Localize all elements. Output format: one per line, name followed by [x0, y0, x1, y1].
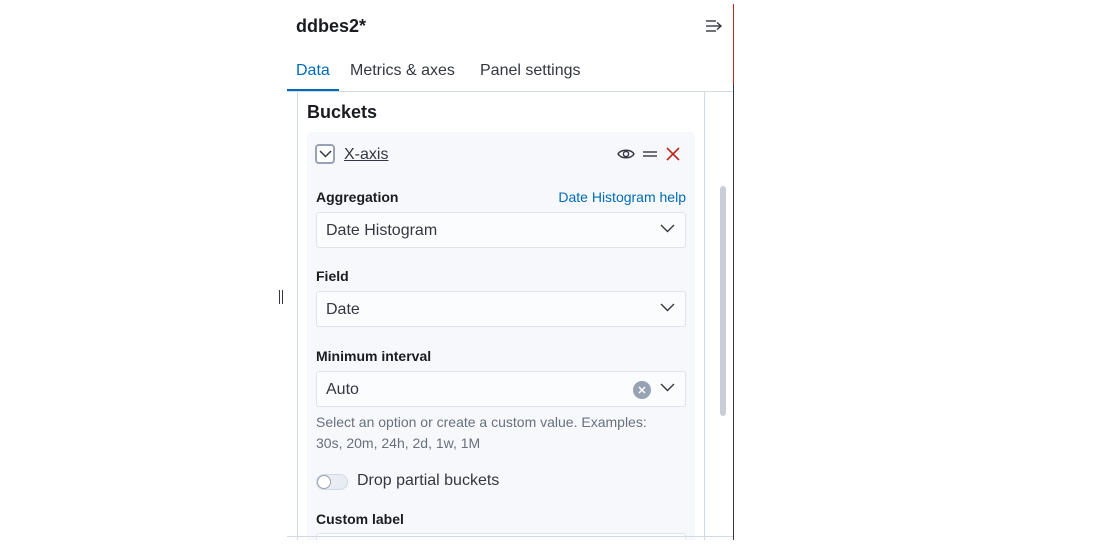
field-select-value: Date [326, 301, 360, 318]
aggregation-select-value: Date Histogram [326, 222, 438, 239]
drop-partial-buckets-label[interactable]: Drop partial buckets [357, 472, 499, 490]
sidebar-right-accent [733, 4, 734, 84]
sidebar-right-border [733, 4, 734, 540]
sidebar-bottom-divider [287, 536, 734, 537]
switch-knob [317, 475, 331, 489]
sidebar-header: ddbes2* [287, 4, 734, 48]
tab-panel-settings[interactable]: Panel settings [480, 62, 581, 90]
menu-right-icon [706, 20, 723, 32]
remove-aggregation-button[interactable] [664, 145, 682, 163]
tab-metrics-axes[interactable]: Metrics & axes [350, 62, 455, 90]
clear-interval-button[interactable] [633, 381, 651, 399]
buckets-panel: Buckets X-axis Aggregation Date Histogra… [297, 92, 705, 540]
custom-label-label: Custom label [316, 511, 404, 527]
minimum-interval-value: Auto [326, 381, 359, 398]
chevron-down-icon [660, 383, 675, 392]
drop-partial-buckets-switch[interactable] [316, 474, 348, 490]
minimum-interval-label: Minimum interval [316, 348, 432, 364]
aggregation-select[interactable]: Date Histogram [316, 212, 686, 248]
aggregation-label: Aggregation [316, 189, 399, 205]
field-select[interactable]: Date [316, 291, 686, 327]
clear-icon [638, 386, 646, 394]
sidebar-scrollbar[interactable] [720, 186, 726, 416]
visualization-title: ddbes2* [296, 16, 367, 36]
screen: ddbes2* Data Metrics & axes Panel settin… [0, 0, 1120, 544]
visualize-editor-sidebar: ddbes2* Data Metrics & axes Panel settin… [287, 4, 734, 540]
aggregation-item: X-axis Aggregation Date Histogram help D… [307, 132, 695, 540]
tab-data[interactable]: Data [287, 62, 339, 91]
eye-icon [617, 149, 635, 159]
resize-handle[interactable] [278, 290, 284, 306]
minimum-interval-combobox[interactable]: Auto [316, 371, 686, 407]
aggregation-help-link[interactable]: Date Histogram help [558, 189, 686, 205]
cross-icon [666, 147, 680, 161]
grab-icon [643, 151, 657, 157]
toggle-visibility-button[interactable] [617, 145, 635, 163]
drag-handle-button[interactable] [641, 145, 659, 163]
minimum-interval-help: Select an option or create a custom valu… [316, 414, 647, 451]
chevron-down-icon [319, 150, 332, 158]
chevron-down-icon [660, 224, 675, 233]
collapse-sidebar-button[interactable] [705, 18, 723, 34]
sidebar-tabs: Data Metrics & axes Panel settings [287, 56, 734, 92]
field-label: Field [316, 268, 349, 284]
buckets-title: Buckets [307, 102, 378, 122]
aggregation-title[interactable]: X-axis [344, 146, 388, 164]
chevron-down-icon [660, 303, 675, 312]
aggregation-toggle-button[interactable] [315, 144, 335, 164]
scrollbar-thumb[interactable] [720, 186, 726, 416]
